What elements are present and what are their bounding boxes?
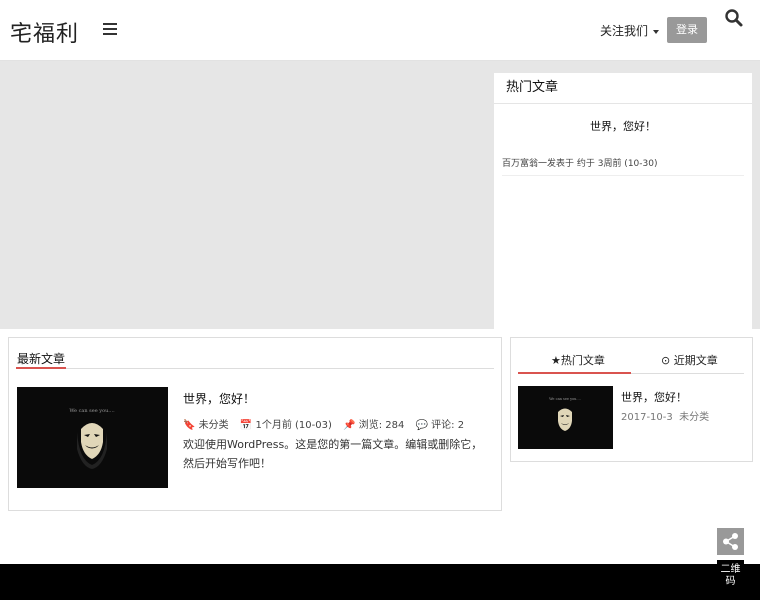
share-icon xyxy=(723,533,738,550)
follow-label: 关注我们 xyxy=(600,24,649,38)
tab-hot-posts[interactable]: ★热门文章 xyxy=(551,352,605,368)
posts-tabs-widget: ★热门文章 ⊙ 近期文章 We can see you.... 世界，您好！ 2… xyxy=(510,337,753,462)
article-thumbnail[interactable]: We can see you.... xyxy=(17,387,168,488)
article-title[interactable]: 世界，您好！ xyxy=(183,390,255,407)
article-excerpt: 欢迎使用WordPress。这是您的第一篇文章。编辑或删除它，然后开始写作吧！ xyxy=(183,438,483,470)
latest-posts-section: 最新文章 We can see you.... 世界，您好！ 🔖 未分类 📅 1… xyxy=(8,337,502,511)
qrcode-button[interactable]: 二维码 xyxy=(717,560,744,600)
search-icon[interactable] xyxy=(724,8,744,28)
hot-posts-widget: 热门文章 世界，您好！ 百万富翁一发表于 约于 3周前 (10-30) xyxy=(494,73,752,329)
svg-text:We can see you....: We can see you.... xyxy=(549,397,581,401)
chevron-down-icon xyxy=(653,29,660,34)
login-button[interactable]: 登录 xyxy=(667,17,707,43)
star-icon: ★ xyxy=(551,354,561,367)
clock-icon: ⊙ xyxy=(661,354,671,367)
article-meta: 🔖 未分类 📅 1个月前 (10-03) 📌 浏览: 284 💬 评论: 2 xyxy=(183,416,472,431)
hot-post-title[interactable]: 世界，您好！ xyxy=(494,118,752,134)
tab-recent-posts[interactable]: ⊙ 近期文章 xyxy=(661,352,718,368)
pin-icon: 📌 xyxy=(343,420,356,431)
tab-label: 热门文章 xyxy=(560,354,605,367)
article-date: 1个月前 (10-03) xyxy=(255,420,332,431)
site-logo[interactable]: 宅福利 xyxy=(10,16,79,48)
footer xyxy=(0,564,760,600)
post-date: 2017-10-3 xyxy=(621,412,673,423)
title-accent xyxy=(16,367,66,369)
article-comments[interactable]: 评论: 2 xyxy=(431,420,464,431)
post-category[interactable]: 未分类 xyxy=(679,412,709,423)
post-meta: 2017-10-3 未分类 xyxy=(621,408,709,423)
widget-title: 热门文章 xyxy=(494,73,752,104)
site-header: 宅福利 关注我们 登录 xyxy=(0,0,760,61)
svg-text:We can see you....: We can see you.... xyxy=(69,408,115,414)
article-category[interactable]: 未分类 xyxy=(199,420,229,431)
share-button[interactable] xyxy=(717,528,744,555)
active-tab-indicator xyxy=(518,372,631,374)
post-thumbnail[interactable]: We can see you.... xyxy=(518,386,613,449)
menu-icon[interactable] xyxy=(103,23,117,37)
section-title: 最新文章 xyxy=(17,352,66,366)
divider xyxy=(16,368,494,369)
tab-label: 近期文章 xyxy=(673,354,718,367)
comments-icon: 💬 xyxy=(415,420,428,431)
calendar-icon: 📅 xyxy=(239,420,253,431)
follow-dropdown[interactable]: 关注我们 xyxy=(600,22,660,39)
article-views: 浏览: 284 xyxy=(358,420,405,431)
hot-post-meta: 百万富翁一发表于 约于 3周前 (10-30) xyxy=(502,156,744,176)
bookmark-icon: 🔖 xyxy=(183,420,196,431)
post-title[interactable]: 世界，您好！ xyxy=(621,389,687,405)
